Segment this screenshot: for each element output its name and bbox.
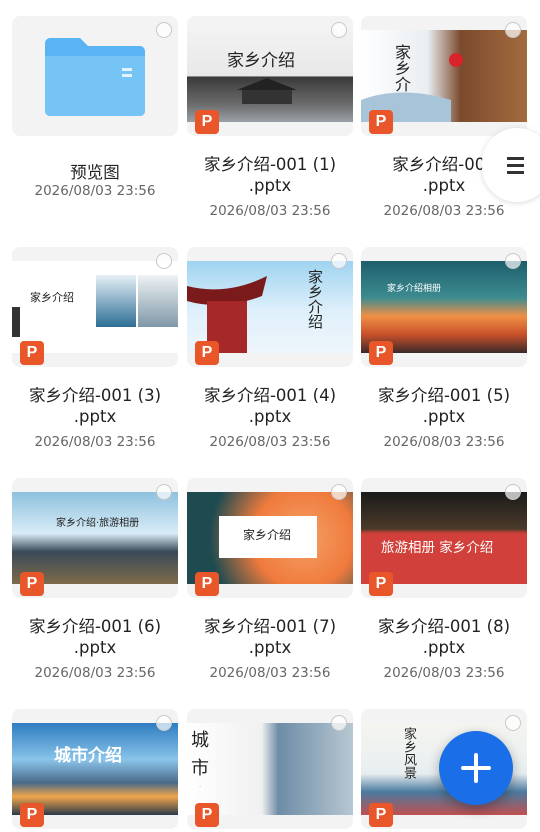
file-thumbnail: 家乡介绍·旅游相册 P (12, 478, 178, 598)
file-thumbnail: 家乡介绍 P (12, 247, 178, 367)
select-checkbox[interactable] (156, 484, 172, 500)
file-thumbnail: 家乡介绍相册 P (361, 247, 527, 367)
select-checkbox[interactable] (505, 253, 521, 269)
file-thumbnail: 家乡介绍 P (361, 16, 527, 136)
pptx-icon: P (369, 803, 393, 827)
slide-title: 城市介绍通用模板 (191, 730, 209, 787)
select-checkbox[interactable] (331, 484, 347, 500)
side-menu-button[interactable] (482, 128, 540, 202)
pptx-icon: P (195, 572, 219, 596)
file-date: 2026/08/03 23:56 (34, 665, 156, 681)
select-checkbox[interactable] (331, 715, 347, 731)
pptx-icon: P (195, 341, 219, 365)
pptx-icon: P (369, 341, 393, 365)
file-date: 2026/08/03 23:56 (383, 434, 505, 450)
file-grid: 预览图 2026/08/03 23:56 家乡介绍 P 家乡介绍-001 (1)… (0, 0, 540, 832)
file-thumbnail: 家乡介绍 P (187, 247, 353, 367)
slide-title: 家乡介绍·旅游相册 (56, 518, 140, 529)
building-graphic (237, 78, 297, 104)
file-thumbnail: 家乡介绍 P (187, 16, 353, 136)
pptx-icon: P (20, 572, 44, 596)
slide-title: 旅游相册 家乡介绍 (381, 540, 494, 556)
file-thumbnail: 家乡介绍 P (187, 478, 353, 598)
file-date: 2026/08/03 23:56 (383, 665, 505, 681)
file-name: 家乡介绍-001 (6) .pptx (28, 617, 162, 657)
slide-title: 家乡风景 (401, 727, 416, 779)
select-checkbox[interactable] (505, 484, 521, 500)
file-date: 2026/08/03 23:56 (209, 665, 331, 681)
pptx-icon: P (20, 803, 44, 827)
file-name: 家乡介绍-001 (5) .pptx (377, 386, 511, 426)
scenery-graphic (361, 53, 463, 122)
pptx-icon: P (20, 341, 44, 365)
select-checkbox[interactable] (156, 22, 172, 38)
slide-title: 家乡介绍 (243, 528, 292, 542)
folder-thumbnail (12, 16, 178, 136)
file-name: 家乡介绍-001 (8) .pptx (377, 617, 511, 657)
select-checkbox[interactable] (156, 253, 172, 269)
file-date: 2026/08/03 23:56 (34, 183, 156, 199)
file-thumbnail: 城市介绍通用模板 P (187, 709, 353, 829)
slide-title: 城市介绍 (54, 746, 122, 766)
file-thumbnail: 旅游相册 家乡介绍 P (361, 478, 527, 598)
file-date: 2026/08/03 23:56 (383, 203, 505, 219)
select-checkbox[interactable] (331, 22, 347, 38)
file-thumbnail: 城市介绍 P (12, 709, 178, 829)
file-name: 家乡介绍-001 (1) .pptx (203, 155, 337, 195)
slide-title: 家乡介绍 (306, 269, 324, 329)
file-name: 家乡介绍-001 (3) .pptx (28, 386, 162, 426)
pptx-icon: P (369, 110, 393, 134)
file-name: 家乡介绍-001 (7) .pptx (203, 617, 337, 657)
file-date: 2026/08/03 23:56 (34, 434, 156, 450)
pavilion-graphic (187, 276, 267, 353)
slide-title: 家乡介绍 (30, 291, 74, 304)
add-button[interactable] (439, 731, 513, 805)
select-checkbox[interactable] (156, 715, 172, 731)
file-date: 2026/08/03 23:56 (209, 203, 331, 219)
file-name: 预览图 (70, 163, 120, 182)
pptx-icon: P (195, 803, 219, 827)
file-date: 2026/08/03 23:56 (209, 434, 331, 450)
file-name: 家乡介绍-001 (4) .pptx (203, 386, 337, 426)
select-checkbox[interactable] (331, 253, 347, 269)
folder-icon (45, 38, 145, 116)
pptx-icon: P (195, 110, 219, 134)
slide-title: 家乡介绍相册 (387, 284, 442, 294)
select-checkbox[interactable] (505, 22, 521, 38)
pptx-icon: P (369, 572, 393, 596)
select-checkbox[interactable] (505, 715, 521, 731)
